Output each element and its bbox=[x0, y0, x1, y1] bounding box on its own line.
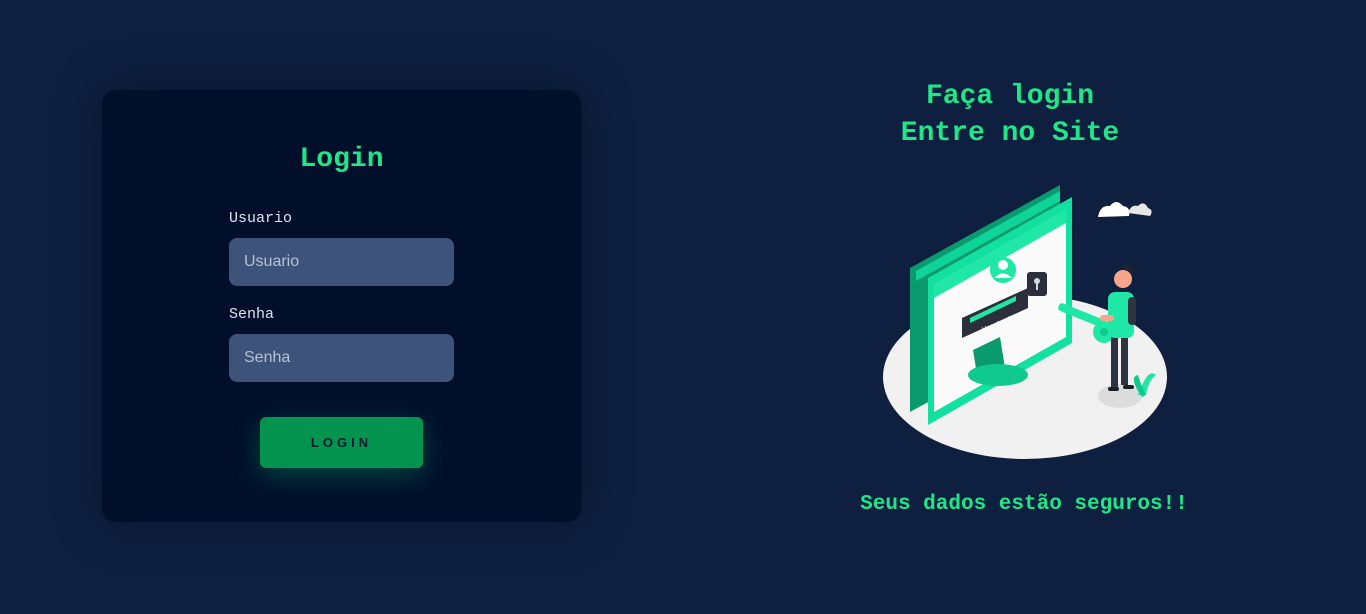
login-title: Login bbox=[299, 144, 384, 175]
username-input[interactable] bbox=[229, 238, 454, 286]
login-page: Login Usuario Senha LOGIN Faça login Ent… bbox=[0, 0, 1366, 614]
cloud-icon bbox=[1098, 202, 1152, 217]
hero-title-line-1: Faça login bbox=[925, 81, 1095, 112]
security-tagline: Seus dados estão seguros!! bbox=[860, 493, 1188, 516]
login-button[interactable]: LOGIN bbox=[260, 417, 423, 468]
hero-title: Faça login Entre no Site bbox=[730, 78, 1290, 152]
password-label: Senha bbox=[229, 306, 275, 323]
hero-title-line-2: Entre no Site bbox=[900, 118, 1120, 149]
password-input[interactable] bbox=[229, 334, 454, 382]
computer-login-illustration: User Login bbox=[883, 185, 1167, 459]
username-label: Usuario bbox=[229, 210, 293, 227]
lock-icon bbox=[1027, 272, 1047, 296]
person-shadow-shape bbox=[1098, 384, 1142, 408]
